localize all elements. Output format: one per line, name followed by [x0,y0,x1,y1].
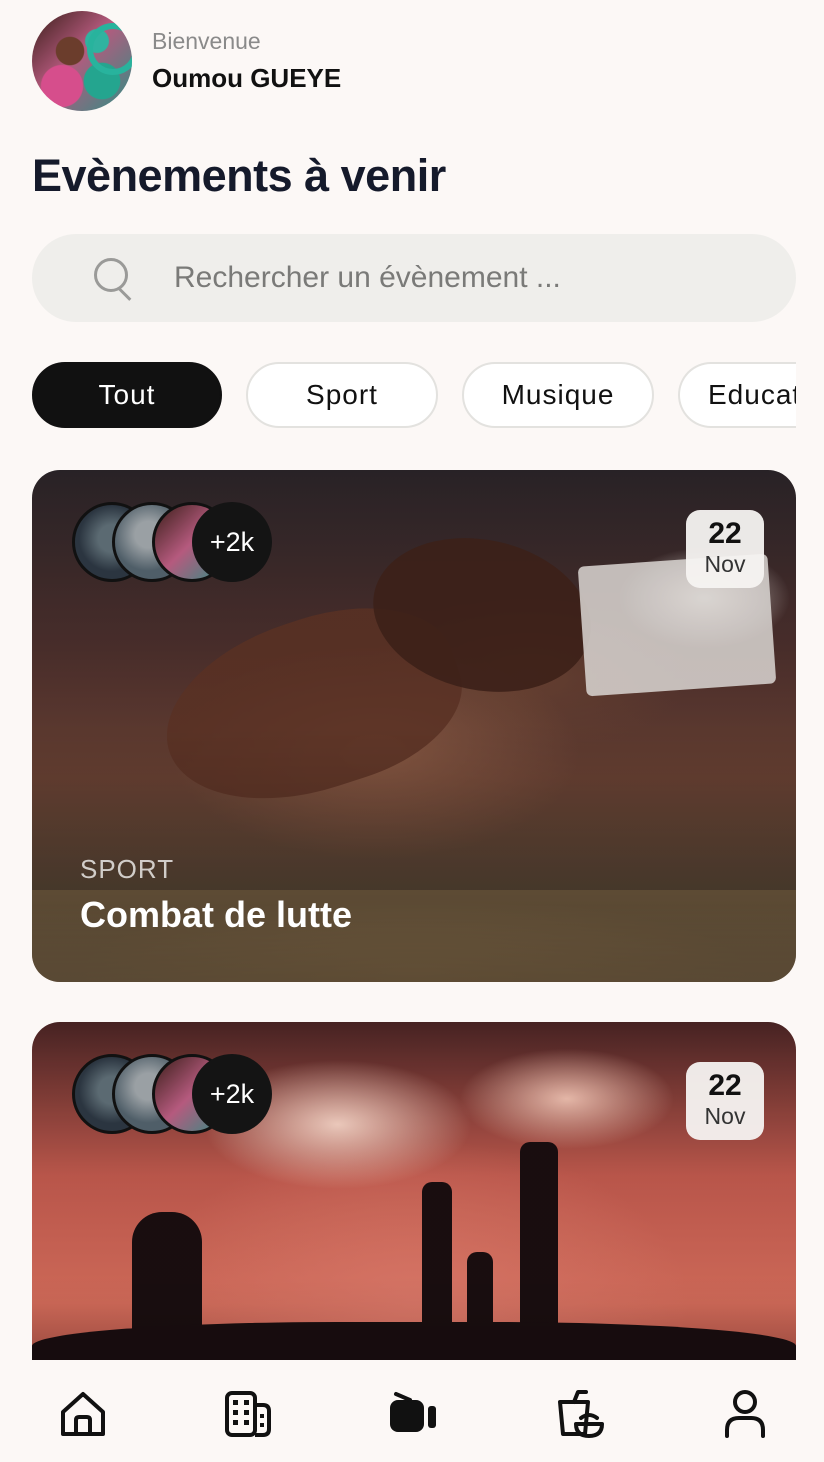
events-screen: Bienvenue Oumou GUEYE Evènements à venir… [0,0,824,1462]
greeting-label: Bienvenue [152,28,261,54]
filter-chip-sport[interactable]: Sport [246,362,438,428]
home-icon [61,1392,105,1436]
username-label: Oumou GUEYE [152,63,342,93]
date-day: 22 [708,1069,742,1102]
building-icon [225,1391,271,1437]
filter-chip-music[interactable]: Musique [462,362,654,428]
attendee-count: +2k [192,1054,272,1134]
attendee-count: +2k [192,502,272,582]
nav-home[interactable] [57,1388,109,1440]
event-card[interactable]: +2k 22 Nov SPORT Combat de lutte [32,470,796,982]
food-icon [558,1390,604,1438]
header-text: Bienvenue Oumou GUEYE [152,26,341,96]
search-input[interactable] [174,261,734,295]
bottom-nav [0,1360,824,1462]
page-title: Evènements à venir [32,150,446,201]
nav-food[interactable] [554,1388,606,1440]
nav-profile[interactable] [719,1388,771,1440]
date-month: Nov [704,1103,746,1129]
nav-venues[interactable] [222,1388,274,1440]
nav-events[interactable] [388,1388,440,1440]
attendees-group[interactable]: +2k [72,1054,292,1134]
filter-chip-all[interactable]: Tout [32,362,222,428]
attendees-group[interactable]: +2k [72,502,292,582]
user-avatar[interactable] [32,11,132,111]
category-filters: Tout Sport Musique Educat [32,362,796,432]
date-day: 22 [708,517,742,550]
user-header: Bienvenue Oumou GUEYE [32,10,341,112]
search-icon [92,256,136,300]
date-badge: 22 Nov [686,510,764,588]
filter-chip-education[interactable]: Educat [678,362,796,428]
event-category: SPORT [80,854,175,884]
video-icon [390,1392,436,1432]
date-badge: 22 Nov [686,1062,764,1140]
search-bar[interactable] [32,234,796,322]
event-title: Combat de lutte [80,894,353,935]
date-month: Nov [704,551,746,577]
profile-icon [725,1390,765,1438]
